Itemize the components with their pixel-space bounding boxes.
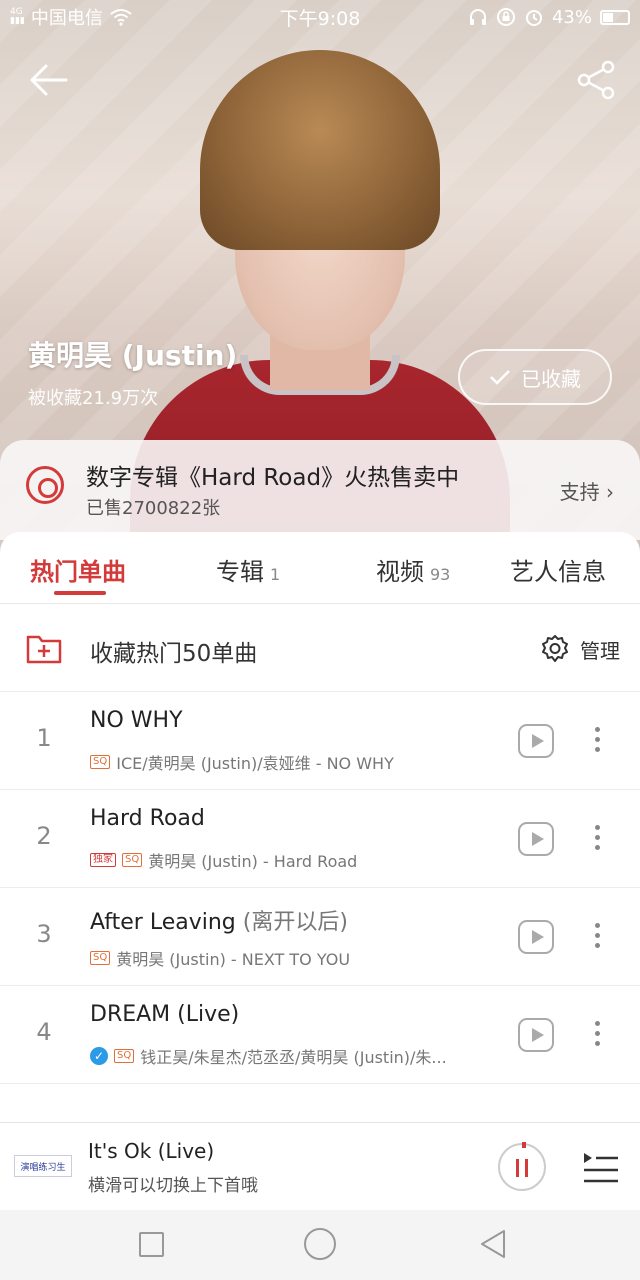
folder-plus-icon — [26, 635, 62, 664]
more-vertical-icon[interactable] — [590, 822, 604, 856]
support-link[interactable]: 支持 › — [560, 476, 614, 505]
collected-label: 已收藏 — [521, 366, 581, 391]
tab-label: 视频 — [376, 558, 424, 586]
sq-badge: SQ — [90, 951, 111, 965]
tab-label: 艺人信息 — [510, 558, 606, 586]
song-artist-album: 黄明昊 (Justin) - NEXT TO YOU — [116, 950, 351, 969]
tab-label: 专辑 — [216, 558, 264, 586]
support-label: 支持 — [559, 480, 600, 504]
verified-check-icon: ✓ — [90, 1047, 108, 1065]
exclusive-badge: 独家 — [90, 853, 116, 867]
recent-apps-icon[interactable] — [139, 1232, 164, 1257]
song-row[interactable]: 2 Hard Road 独家 SQ 黄明昊 (Justin) - Hard Ro… — [0, 790, 640, 888]
album-cover[interactable]: 演唱练习生 — [14, 1155, 72, 1177]
main-content: 热门单曲 专辑 1 视频 93 艺人信息 收藏热门50单曲 管理 1 NO WHY … — [0, 532, 640, 1132]
song-artist-album: 钱正昊/朱星杰/范丞丞/黄明昊 (Justin)/朱... — [140, 1048, 447, 1067]
favorite-count: 被收藏21.9万次 — [28, 388, 159, 409]
tab-albums[interactable]: 专辑 1 — [216, 552, 280, 587]
gear-icon — [542, 635, 568, 662]
song-row[interactable]: 4 DREAM (Live) ✓ SQ 钱正昊/朱星杰/范丞丞/黄明昊 (Jus… — [0, 986, 640, 1084]
home-icon[interactable] — [304, 1228, 336, 1260]
tab-label: 热门单曲 — [30, 558, 126, 586]
song-title: DREAM (Live) — [90, 1002, 240, 1027]
play-icon[interactable] — [518, 920, 554, 954]
share-button[interactable] — [574, 58, 618, 102]
song-artist-album: 黄明昊 (Justin) - Hard Road — [148, 852, 358, 871]
collected-button[interactable]: 已收藏 — [458, 349, 612, 405]
check-icon — [490, 370, 510, 385]
song-title: NO WHY — [90, 708, 183, 733]
song-title: Hard Road — [90, 806, 205, 831]
clock: 下午9:08 — [279, 7, 361, 30]
manage-button[interactable]: 管理 — [540, 634, 620, 664]
promo-title: 数字专辑《Hard Road》火热售卖中 — [86, 465, 460, 491]
play-icon[interactable] — [518, 1018, 554, 1052]
now-playing-title: It's Ok (Live) — [88, 1139, 215, 1163]
tab-bar: 热门单曲 专辑 1 视频 93 艺人信息 — [0, 532, 640, 604]
more-vertical-icon[interactable] — [590, 1018, 604, 1052]
collect-top50-row[interactable]: 收藏热门50单曲 管理 — [0, 604, 640, 692]
chevron-right-icon: › — [606, 480, 614, 504]
battery-icon — [600, 9, 630, 25]
tab-count: 1 — [270, 565, 281, 584]
song-rank: 1 — [36, 724, 52, 752]
mini-player[interactable]: 演唱练习生 It's Ok (Live) 横滑可以切换上下首哦 — [0, 1122, 640, 1210]
tab-artist-info[interactable]: 艺人信息 — [510, 552, 606, 587]
tab-videos[interactable]: 视频 93 — [376, 552, 450, 587]
song-row[interactable]: 3 After Leaving (离开以后) SQ 黄明昊 (Justin) -… — [0, 888, 640, 986]
sq-badge: SQ — [114, 1049, 135, 1063]
album-promo-banner[interactable]: 数字专辑《Hard Road》火热售卖中 已售2700822张 支持 › — [0, 440, 640, 540]
manage-label: 管理 — [580, 638, 620, 663]
system-nav-bar — [0, 1210, 640, 1280]
share-icon — [577, 60, 615, 100]
more-vertical-icon[interactable] — [590, 920, 604, 954]
battery-level — [603, 12, 614, 22]
status-bar: 4G ▮▮▮ 中国电信 下午9:08 43% — [0, 0, 640, 34]
song-artist-album: ICE/黄明昊 (Justin)/袁娅维 - NO WHY — [116, 754, 394, 773]
song-row[interactable]: 1 NO WHY SQ ICE/黄明昊 (Justin)/袁娅维 - NO WH… — [0, 692, 640, 790]
artist-name: 黄明昊 (Justin) — [28, 339, 238, 372]
collect-label: 收藏热门50单曲 — [90, 641, 258, 667]
nav-back-icon[interactable] — [478, 1228, 508, 1260]
play-icon[interactable] — [518, 724, 554, 758]
tab-count: 93 — [430, 565, 451, 584]
more-vertical-icon[interactable] — [590, 724, 604, 758]
song-rank: 3 — [36, 920, 52, 948]
promo-sold-count: 已售2700822张 — [86, 498, 221, 519]
song-rank: 4 — [36, 1018, 52, 1046]
play-icon[interactable] — [518, 822, 554, 856]
pause-button[interactable] — [498, 1142, 546, 1191]
playlist-icon[interactable] — [582, 1149, 620, 1183]
active-tab-indicator — [54, 591, 106, 595]
now-playing-hint: 横滑可以切换上下首哦 — [88, 1176, 258, 1196]
back-button[interactable] — [28, 58, 72, 102]
arrow-left-icon — [30, 64, 68, 96]
disc-icon — [26, 466, 64, 504]
song-title-alt: (离开以后) — [242, 910, 348, 935]
tab-hot-songs[interactable]: 热门单曲 — [30, 552, 126, 587]
sq-badge: SQ — [122, 853, 143, 867]
sq-badge: SQ — [90, 755, 111, 769]
song-title: After Leaving (离开以后) — [90, 910, 348, 935]
song-rank: 2 — [36, 822, 52, 850]
